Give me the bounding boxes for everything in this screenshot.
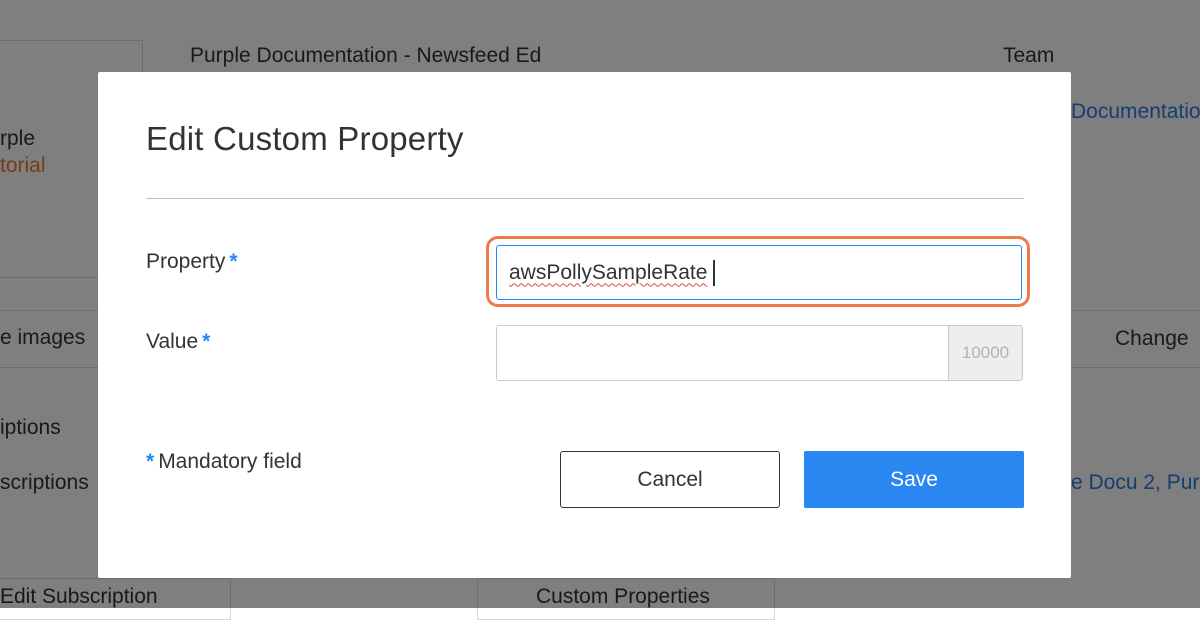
property-label: Property * xyxy=(146,250,238,274)
value-input-group: 10000 xyxy=(496,325,1023,381)
edit-custom-property-dialog: Edit Custom Property Property * awsPollyS… xyxy=(98,72,1071,578)
property-input[interactable]: awsPollySampleRate xyxy=(496,245,1022,300)
cancel-button[interactable]: Cancel xyxy=(560,451,780,508)
dialog-title: Edit Custom Property xyxy=(146,120,464,157)
required-marker: * xyxy=(202,330,211,353)
value-label-text: Value xyxy=(146,330,199,353)
title-divider xyxy=(146,198,1024,199)
mandatory-note-text: Mandatory field xyxy=(158,450,302,473)
value-input[interactable] xyxy=(497,326,948,380)
text-caret xyxy=(713,259,716,286)
required-marker: * xyxy=(146,450,155,473)
mandatory-note: * Mandatory field xyxy=(146,450,302,474)
required-marker: * xyxy=(229,250,238,273)
value-addon: 10000 xyxy=(948,326,1022,380)
save-button[interactable]: Save xyxy=(804,451,1024,508)
value-label: Value * xyxy=(146,330,210,354)
property-input-value: awsPollySampleRate xyxy=(509,260,708,284)
property-label-text: Property xyxy=(146,250,226,273)
